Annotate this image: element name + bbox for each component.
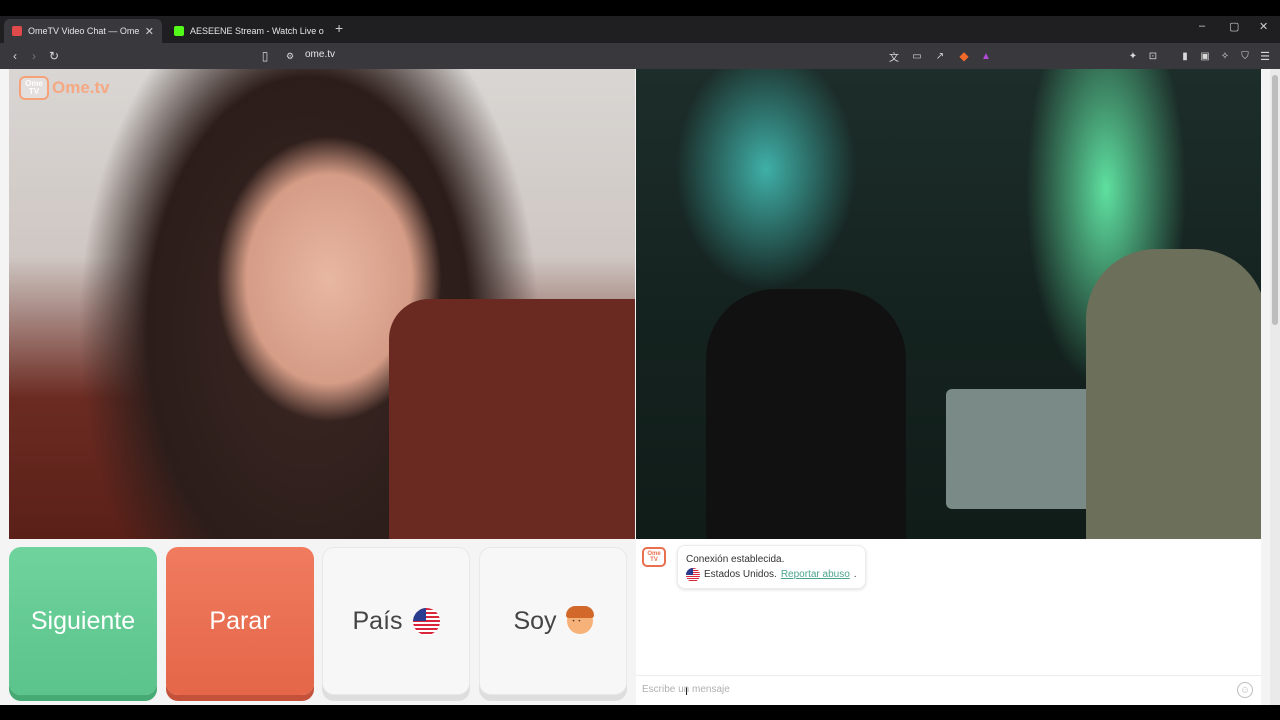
country-filter-button[interactable]: País — [322, 547, 470, 695]
emoji-icon[interactable]: ☺ — [1237, 682, 1253, 698]
stop-button[interactable]: Parar — [166, 547, 314, 695]
address-bar[interactable]: ome.tv — [305, 49, 335, 60]
report-suffix: . — [853, 569, 857, 580]
bookmark-icon[interactable]: ▯ — [256, 47, 274, 65]
us-flag-icon — [412, 607, 440, 635]
next-button-label: Siguiente — [30, 606, 136, 635]
scrollbar-thumb[interactable] — [1272, 75, 1278, 325]
tab-title: OmeTV Video Chat — Omeg — [28, 26, 139, 36]
tab-search-icon[interactable]: ⊡ — [1144, 47, 1162, 65]
site-info-icon[interactable]: ⚙ — [281, 47, 299, 65]
us-flag-icon — [686, 567, 700, 582]
system-message: Conexión establecida. Estados Unidos. Re… — [677, 545, 866, 589]
window-titlebar — [0, 0, 1280, 16]
cast-icon[interactable]: ▭ — [908, 47, 926, 65]
maximize-icon[interactable]: ▢ — [1229, 20, 1239, 33]
bottom-bar — [0, 705, 1280, 720]
new-tab-button[interactable]: + — [335, 20, 343, 36]
page-scrollbar[interactable] — [1270, 69, 1280, 705]
text-cursor-icon: I — [685, 686, 689, 698]
tab-ometv[interactable]: OmeTV Video Chat — Omeg ✕ — [4, 19, 162, 43]
tab-strip: OmeTV Video Chat — Omeg ✕ AESEENE Stream… — [0, 16, 1280, 43]
forward-icon[interactable]: › — [25, 47, 43, 65]
chat-input-bar: ☺ — [636, 675, 1261, 705]
close-window-icon[interactable]: ✕ — [1259, 20, 1268, 33]
boy-emoji-icon — [565, 606, 594, 634]
minimize-icon[interactable]: – — [1199, 20, 1205, 32]
share-icon[interactable]: ↗ — [931, 47, 949, 65]
connection-status: Conexión establecida. — [686, 554, 785, 565]
ometv-chat-avatar-icon: Ome TV — [642, 547, 666, 567]
sidebar-icon[interactable]: ▮ — [1176, 47, 1194, 65]
translate-icon[interactable]: 文 — [885, 47, 903, 65]
gender-button[interactable]: Soy — [479, 547, 627, 695]
menu-icon[interactable]: ☰ — [1256, 47, 1274, 65]
rewards-icon[interactable]: ▲ — [977, 47, 995, 65]
next-button[interactable]: Siguiente — [9, 547, 157, 695]
kick-favicon-icon — [174, 26, 184, 36]
tab-title: AESEENE Stream - Watch Live on Kick — [190, 26, 324, 36]
back-icon[interactable]: ‹ — [6, 47, 24, 65]
partner-country: Estados Unidos. — [704, 569, 777, 580]
browser-toolbar: ‹ › ↻ ▯ ⚙ ome.tv 文 ▭ ↗ ◆ ▲ ✦ ⊡ ▮ ▣ ✧ ⛉ ☰ — [0, 43, 1280, 69]
local-video: Ome TV Ome.tv — [9, 69, 635, 539]
ometv-favicon-icon — [12, 26, 22, 36]
reload-icon[interactable]: ↻ — [45, 47, 63, 65]
ometv-logo-icon: Ome TV — [19, 76, 49, 100]
tab-kick[interactable]: AESEENE Stream - Watch Live on Kick — [166, 19, 332, 43]
chat-panel: Ome TV Conexión establecida. Estados Uni… — [636, 539, 1261, 705]
brave-shield-icon[interactable]: ◆ — [955, 47, 973, 65]
ometv-page: Ome TV Ome.tv Siguiente Parar País Soy O… — [0, 69, 1280, 705]
leo-ai-icon[interactable]: ✧ — [1216, 47, 1234, 65]
country-button-label: País — [352, 606, 403, 635]
report-abuse-link[interactable]: Reportar abuso — [781, 567, 850, 582]
close-tab-icon[interactable]: ✕ — [145, 25, 154, 38]
remote-video — [636, 69, 1261, 539]
extensions-icon[interactable]: ✦ — [1124, 47, 1142, 65]
message-input[interactable] — [642, 684, 1222, 695]
ometv-brand-text: Ome.tv — [52, 78, 110, 97]
gender-button-label: Soy — [513, 606, 557, 635]
stop-button-label: Parar — [209, 606, 271, 635]
ometv-logo[interactable]: Ome TV Ome.tv — [19, 76, 110, 100]
wallet-icon[interactable]: ▣ — [1196, 47, 1214, 65]
video-shoulder — [389, 299, 635, 539]
vpn-icon[interactable]: ⛉ — [1236, 47, 1254, 65]
video-person-left — [706, 289, 906, 539]
video-person-right — [1086, 249, 1261, 539]
